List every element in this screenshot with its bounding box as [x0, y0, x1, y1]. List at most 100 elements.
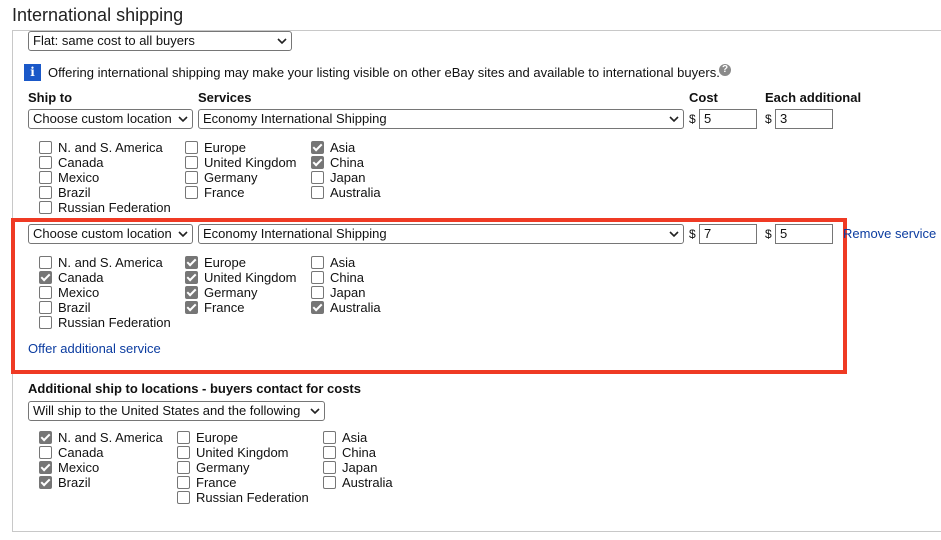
- region-checkbox-row[interactable]: Mexico: [39, 460, 99, 475]
- region-checkbox[interactable]: [39, 286, 52, 299]
- region-checkbox-row[interactable]: Europe: [185, 140, 246, 155]
- region-checkbox[interactable]: [185, 156, 198, 169]
- region-checkbox-row[interactable]: China: [311, 270, 364, 285]
- region-checkbox-row[interactable]: Brazil: [39, 185, 91, 200]
- additional-locations-select[interactable]: Will ship to the United States and the f…: [28, 401, 325, 421]
- region-checkbox[interactable]: [311, 156, 324, 169]
- region-checkbox-row[interactable]: France: [177, 475, 236, 490]
- region-checkbox[interactable]: [323, 461, 336, 474]
- region-checkbox-row[interactable]: Canada: [39, 270, 104, 285]
- each-additional-input-2[interactable]: 5: [775, 224, 833, 244]
- region-checkbox-row[interactable]: Asia: [323, 430, 367, 445]
- region-checkbox-row[interactable]: Europe: [177, 430, 238, 445]
- section-title: International shipping: [12, 5, 184, 25]
- region-checkbox-row[interactable]: Australia: [323, 475, 393, 490]
- region-label: Brazil: [58, 475, 91, 490]
- cost-input-1[interactable]: 5: [699, 109, 757, 129]
- region-checkbox-row[interactable]: Canada: [39, 155, 104, 170]
- region-label: China: [330, 155, 364, 170]
- region-checkbox[interactable]: [185, 186, 198, 199]
- region-checkbox-row[interactable]: Germany: [185, 170, 257, 185]
- region-checkbox[interactable]: [39, 156, 52, 169]
- remove-service-link[interactable]: Remove service: [843, 226, 936, 241]
- region-checkbox[interactable]: [311, 141, 324, 154]
- region-label: Germany: [204, 170, 258, 185]
- region-checkbox[interactable]: [311, 271, 324, 284]
- region-label: Russian Federation: [58, 315, 171, 330]
- region-checkbox-row[interactable]: Canada: [39, 445, 104, 460]
- question-mark-icon[interactable]: ?: [719, 64, 731, 76]
- region-checkbox[interactable]: [185, 256, 198, 269]
- region-checkbox[interactable]: [311, 186, 324, 199]
- region-checkbox-row[interactable]: Russian Federation: [177, 490, 309, 505]
- each-additional-input-1[interactable]: 3: [775, 109, 833, 129]
- region-checkbox-row[interactable]: China: [311, 155, 364, 170]
- region-checkbox[interactable]: [39, 141, 52, 154]
- region-checkbox[interactable]: [39, 171, 52, 184]
- region-checkbox[interactable]: [311, 256, 324, 269]
- region-checkbox-row[interactable]: Japan: [323, 460, 377, 475]
- region-checkbox[interactable]: [323, 476, 336, 489]
- ship-to-value-1: Choose custom location: [33, 111, 172, 126]
- region-checkbox[interactable]: [177, 476, 190, 489]
- region-checkbox[interactable]: [177, 461, 190, 474]
- region-checkbox[interactable]: [177, 446, 190, 459]
- region-checkbox-row[interactable]: United Kingdom: [185, 270, 297, 285]
- region-checkbox-row[interactable]: Germany: [177, 460, 249, 475]
- region-checkbox-row[interactable]: Brazil: [39, 475, 91, 490]
- region-checkbox[interactable]: [39, 271, 52, 284]
- region-checkbox-row[interactable]: Brazil: [39, 300, 91, 315]
- region-checkbox-row[interactable]: Russian Federation: [39, 200, 171, 215]
- region-checkbox-row[interactable]: Mexico: [39, 170, 99, 185]
- region-checkbox[interactable]: [185, 141, 198, 154]
- region-checkbox[interactable]: [39, 446, 52, 459]
- region-checkbox-row[interactable]: Asia: [311, 140, 355, 155]
- region-checkbox-row[interactable]: N. and S. America: [39, 140, 163, 155]
- region-checkbox[interactable]: [185, 271, 198, 284]
- region-checkbox[interactable]: [39, 316, 52, 329]
- region-checkbox[interactable]: [311, 286, 324, 299]
- region-checkbox[interactable]: [39, 186, 52, 199]
- region-checkbox[interactable]: [39, 476, 52, 489]
- service-select-2[interactable]: Economy International Shipping: [198, 224, 684, 244]
- region-checkbox-row[interactable]: Russian Federation: [39, 315, 171, 330]
- region-checkbox-row[interactable]: United Kingdom: [185, 155, 297, 170]
- region-checkbox[interactable]: [311, 171, 324, 184]
- region-checkbox-row[interactable]: United Kingdom: [177, 445, 289, 460]
- region-checkbox-row[interactable]: Germany: [185, 285, 257, 300]
- region-checkbox-row[interactable]: Asia: [311, 255, 355, 270]
- cost-input-2[interactable]: 7: [699, 224, 757, 244]
- offer-additional-service-link[interactable]: Offer additional service: [28, 341, 161, 356]
- region-checkbox[interactable]: [323, 446, 336, 459]
- ship-to-select-1[interactable]: Choose custom location: [28, 109, 193, 129]
- region-checkbox-row[interactable]: Mexico: [39, 285, 99, 300]
- region-checkbox-row[interactable]: France: [185, 300, 244, 315]
- service-select-1[interactable]: Economy International Shipping: [198, 109, 684, 129]
- region-checkbox[interactable]: [185, 171, 198, 184]
- region-checkbox[interactable]: [177, 431, 190, 444]
- region-checkbox[interactable]: [39, 461, 52, 474]
- region-checkbox-row[interactable]: N. and S. America: [39, 255, 163, 270]
- region-checkbox[interactable]: [39, 431, 52, 444]
- region-checkbox[interactable]: [177, 491, 190, 504]
- region-checkbox-row[interactable]: Japan: [311, 285, 365, 300]
- region-checkbox-row[interactable]: N. and S. America: [39, 430, 163, 445]
- region-checkbox-row[interactable]: France: [185, 185, 244, 200]
- region-checkbox[interactable]: [323, 431, 336, 444]
- region-checkbox-row[interactable]: China: [323, 445, 376, 460]
- shipping-type-select[interactable]: Flat: same cost to all buyers: [28, 31, 292, 51]
- region-checkbox-row[interactable]: Australia: [311, 300, 381, 315]
- region-checkbox[interactable]: [39, 301, 52, 314]
- region-checkbox-row[interactable]: Australia: [311, 185, 381, 200]
- region-checkbox-row[interactable]: Japan: [311, 170, 365, 185]
- region-label: Australia: [342, 475, 393, 490]
- region-checkbox-row[interactable]: Europe: [185, 255, 246, 270]
- region-checkbox[interactable]: [311, 301, 324, 314]
- region-checkbox[interactable]: [185, 301, 198, 314]
- region-label: Canada: [58, 445, 104, 460]
- ship-to-select-2[interactable]: Choose custom location: [28, 224, 193, 244]
- region-checkbox[interactable]: [39, 256, 52, 269]
- region-checkbox[interactable]: [39, 201, 52, 214]
- region-checkbox[interactable]: [185, 286, 198, 299]
- header-ship-to: Ship to: [28, 90, 73, 105]
